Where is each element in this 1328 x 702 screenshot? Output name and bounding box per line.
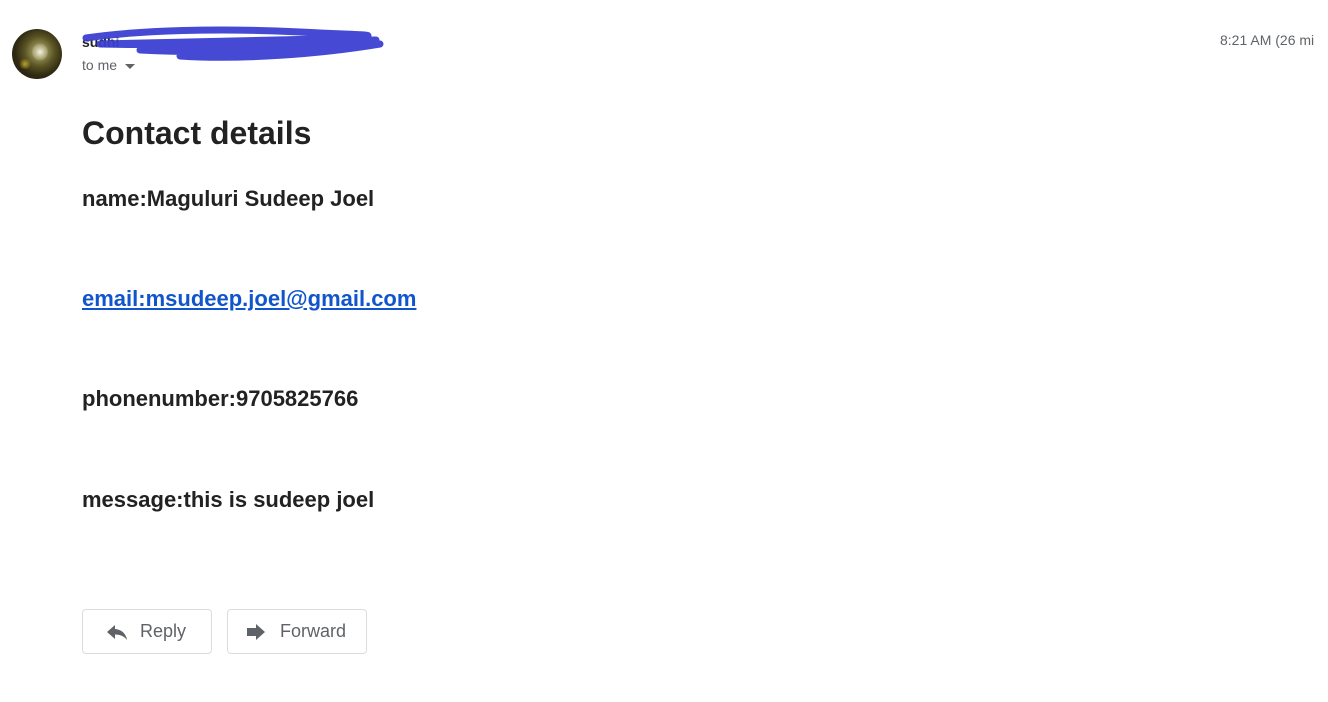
recipient-line[interactable]: to me (82, 57, 136, 73)
avatar-highlight (32, 43, 48, 61)
contact-phone: phonenumber:9705825766 (82, 386, 359, 411)
sender-avatar[interactable] (12, 29, 62, 79)
reply-arrow-icon (107, 624, 127, 640)
message-timestamp: 8:21 AM (26 mi (1220, 32, 1315, 48)
reply-button[interactable]: Reply (82, 609, 212, 654)
forward-button[interactable]: Forward (227, 609, 367, 654)
email-message-view: sudhi to me 8:21 AM (26 mi Contact detai… (0, 0, 1328, 702)
forward-arrow-icon (247, 623, 265, 640)
forward-label: Forward (280, 621, 347, 641)
contact-name: name:Maguluri Sudeep Joel (82, 186, 375, 211)
message-heading: Contact details (82, 115, 312, 151)
contact-email-link[interactable]: email:msudeep.joel@gmail.com (82, 286, 416, 312)
contact-message: message:this is sudeep joel (82, 487, 375, 512)
recipient-label: to me (82, 57, 118, 73)
avatar-detail (18, 59, 32, 69)
reply-label: Reply (140, 621, 187, 641)
caret-down-icon[interactable] (125, 63, 136, 69)
